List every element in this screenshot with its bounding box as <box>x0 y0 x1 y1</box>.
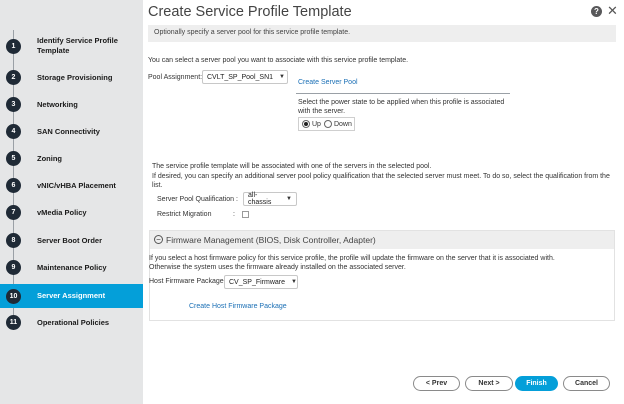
host-firmware-package-value: CV_SP_Firmware <box>229 278 286 286</box>
power-state-radio-group: Up Down <box>298 117 355 131</box>
step-number: 1 <box>6 38 21 54</box>
step-vnic-vhba-placement[interactable]: 6 vNIC/vHBA Placement <box>0 172 143 199</box>
step-label: Storage Provisioning <box>37 72 113 82</box>
chevron-down-icon: ▼ <box>291 279 297 285</box>
step-vmedia-policy[interactable]: 7 vMedia Policy <box>0 199 143 226</box>
power-up-radio[interactable] <box>302 120 310 128</box>
cancel-button[interactable]: Cancel <box>563 376 610 391</box>
step-label: SAN Connectivity <box>37 126 100 136</box>
step-operational-policies[interactable]: 11 Operational Policies <box>0 309 143 336</box>
step-number: 7 <box>6 205 21 220</box>
step-label: Maintenance Policy <box>37 262 107 272</box>
page-title: Create Service Profile Template <box>148 4 352 20</box>
step-label: Server Boot Order <box>37 235 103 245</box>
step-maintenance-policy[interactable]: 9 Maintenance Policy <box>0 254 143 281</box>
power-down-radio[interactable] <box>323 120 332 128</box>
step-label: Networking <box>37 99 78 109</box>
collapse-icon[interactable]: − <box>154 235 163 244</box>
step-storage-provisioning[interactable]: 2 Storage Provisioning <box>0 64 143 91</box>
finish-button[interactable]: Finish <box>515 376 558 391</box>
divider <box>296 93 510 94</box>
host-firmware-package-label: Host Firmware Package: <box>149 278 226 285</box>
pool-assignment-select[interactable]: CVLT_SP_Pool_SN1 ▼ <box>202 70 288 84</box>
step-label: Zoning <box>37 153 62 163</box>
step-number: 11 <box>6 315 21 330</box>
firmware-management-title: Firmware Management (BIOS, Disk Controll… <box>166 235 376 245</box>
restrict-migration-label: Restrict Migration <box>157 211 212 218</box>
step-number: 4 <box>6 124 21 139</box>
pool-intro-text: You can select a server pool you want to… <box>148 57 409 64</box>
step-number: 10 <box>6 288 21 304</box>
create-server-pool-link[interactable]: Create Server Pool <box>298 79 358 86</box>
step-label: vMedia Policy <box>37 207 87 217</box>
step-number: 8 <box>6 233 21 248</box>
step-label: vNIC/vHBA Placement <box>37 180 116 190</box>
step-number: 9 <box>6 260 21 275</box>
help-icon[interactable]: ? <box>591 6 602 17</box>
subtitle-bar: Optionally specify a server pool for thi… <box>148 25 616 42</box>
step-number: 2 <box>6 70 21 85</box>
chevron-down-icon: ▼ <box>279 74 285 80</box>
power-up-label: Up <box>312 120 321 128</box>
create-host-firmware-package-link[interactable]: Create Host Firmware Package <box>189 303 287 310</box>
step-zoning[interactable]: 5 Zoning <box>0 145 143 172</box>
prev-button[interactable]: < Prev <box>413 376 460 391</box>
wizard-main: Create Service Profile Template ? ✕ Opti… <box>143 0 624 404</box>
server-pool-qualification-value: all-chassis <box>248 192 272 206</box>
firmware-fallback-text: Otherwise the system uses the firmware a… <box>149 264 406 271</box>
close-icon[interactable]: ✕ <box>607 3 618 19</box>
pool-assignment-label: Pool Assignment: <box>148 74 203 81</box>
step-label: Operational Policies <box>37 317 110 327</box>
step-server-boot-order[interactable]: 8 Server Boot Order <box>0 227 143 254</box>
step-label: Server Assignment <box>37 291 106 300</box>
power-down-label: Down <box>333 120 352 128</box>
restrict-migration-colon: : <box>233 211 235 218</box>
step-label: Identify Service Profile Template <box>37 36 118 55</box>
step-san-connectivity[interactable]: 4 SAN Connectivity <box>0 118 143 145</box>
power-state-text: Select the power state to be applied whe… <box>298 99 505 115</box>
qualification-help-text: If desired, you can specify an additiona… <box>152 173 610 189</box>
host-firmware-package-select[interactable]: CV_SP_Firmware ▼ <box>224 275 298 289</box>
step-number: 3 <box>6 97 21 112</box>
firmware-management-header[interactable]: − Firmware Management (BIOS, Disk Contro… <box>150 231 614 249</box>
step-number: 5 <box>6 151 21 166</box>
qualification-text: The service profile template will be ass… <box>152 163 432 170</box>
restrict-migration-checkbox[interactable] <box>242 211 249 218</box>
chevron-down-icon: ▼ <box>286 196 292 202</box>
step-networking[interactable]: 3 Networking <box>0 91 143 118</box>
pool-assignment-value: CVLT_SP_Pool_SN1 <box>207 73 274 81</box>
subtitle-text: Optionally specify a server pool for thi… <box>154 29 351 36</box>
step-number: 6 <box>6 178 21 193</box>
step-server-assignment[interactable]: 10 Server Assignment <box>0 284 143 308</box>
server-pool-qualification-select[interactable]: all-chassis ▼ <box>243 192 297 206</box>
step-identify-template[interactable]: 1 Identify Service Profile Template <box>0 31 143 61</box>
wizard-sidebar: 1 Identify Service Profile Template 2 St… <box>0 0 143 404</box>
next-button[interactable]: Next > <box>465 376 513 391</box>
server-pool-qualification-label: Server Pool Qualification : <box>157 196 238 203</box>
firmware-text: If you select a host firmware policy for… <box>149 255 555 262</box>
